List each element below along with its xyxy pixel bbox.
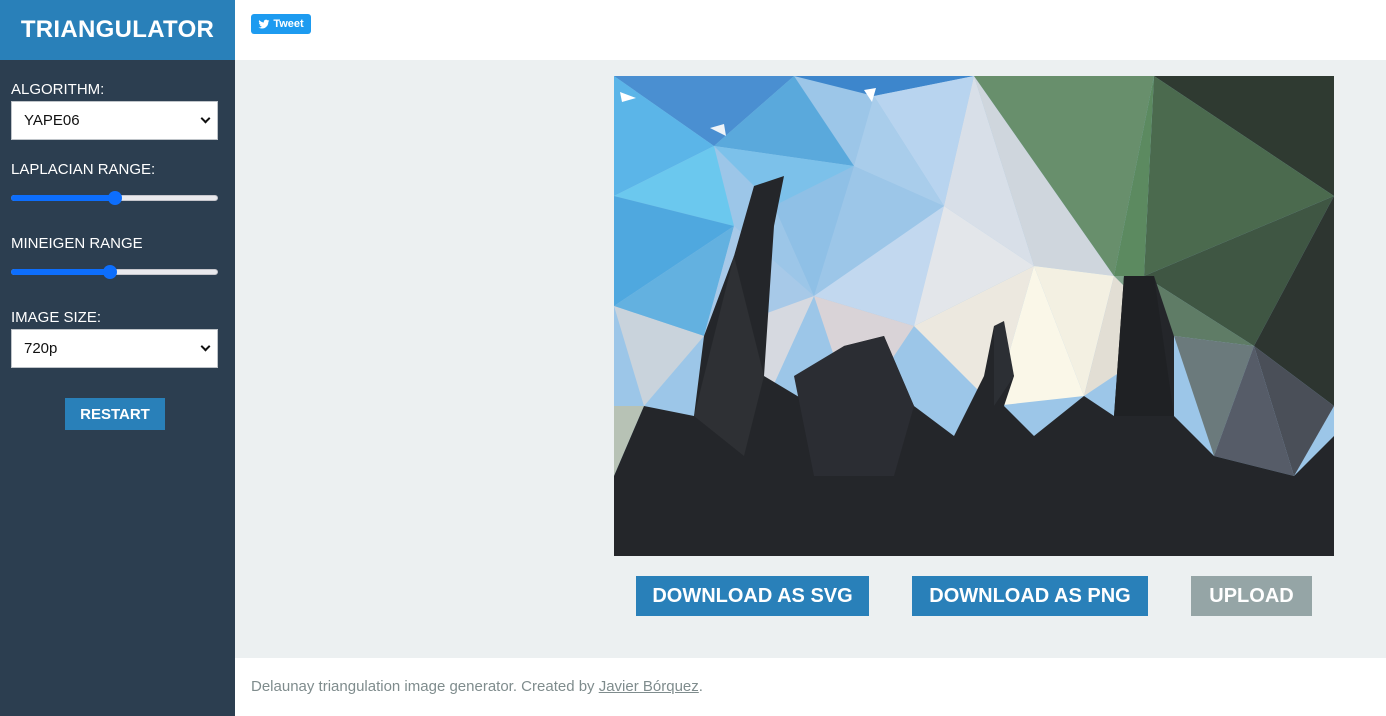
footer-text: Delaunay triangulation image generator. … [251, 678, 599, 695]
algorithm-select-value: YAPE06 [24, 112, 80, 129]
triangulated-image [614, 76, 1334, 556]
laplacian-range-label: LAPLACIAN RANGE: [11, 161, 156, 178]
app-title: TRIANGULATOR [0, 0, 235, 60]
tweet-button[interactable]: Tweet [251, 14, 311, 34]
laplacian-range-slider[interactable] [11, 190, 218, 206]
restart-button[interactable]: RESTART [65, 398, 165, 430]
sidebar: TRIANGULATOR ALGORITHM: YAPE06 LAPLACIAN… [0, 0, 235, 716]
chevron-down-icon [200, 113, 211, 124]
mineigen-range-slider[interactable] [11, 264, 218, 280]
controls-panel: ALGORITHM: YAPE06 LAPLACIAN RANGE: MINEI… [0, 81, 235, 368]
main-area: DOWNLOAD AS SVG DOWNLOAD AS PNG UPLOAD [235, 60, 1386, 658]
download-png-button[interactable]: DOWNLOAD AS PNG [912, 576, 1148, 616]
slider-fill [11, 269, 111, 275]
algorithm-label: ALGORITHM: [11, 81, 105, 98]
author-link[interactable]: Javier Bórquez [599, 678, 699, 695]
footer-suffix: . [698, 678, 703, 695]
upload-button[interactable]: UPLOAD [1191, 576, 1312, 616]
chevron-down-icon [200, 341, 211, 352]
image-size-select-value: 720p [24, 340, 58, 357]
slider-fill [11, 195, 115, 201]
algorithm-select[interactable]: YAPE06 [11, 101, 218, 140]
slider-thumb[interactable] [103, 265, 118, 279]
download-svg-button[interactable]: DOWNLOAD AS SVG [636, 576, 869, 616]
slider-thumb[interactable] [107, 191, 122, 205]
twitter-bird-icon [258, 19, 270, 29]
image-size-select[interactable]: 720p [11, 329, 218, 368]
tweet-label: Tweet [273, 18, 304, 30]
mineigen-range-label: MINEIGEN RANGE [11, 235, 143, 252]
footer: Delaunay triangulation image generator. … [251, 678, 703, 695]
image-size-label: IMAGE SIZE: [11, 309, 102, 326]
